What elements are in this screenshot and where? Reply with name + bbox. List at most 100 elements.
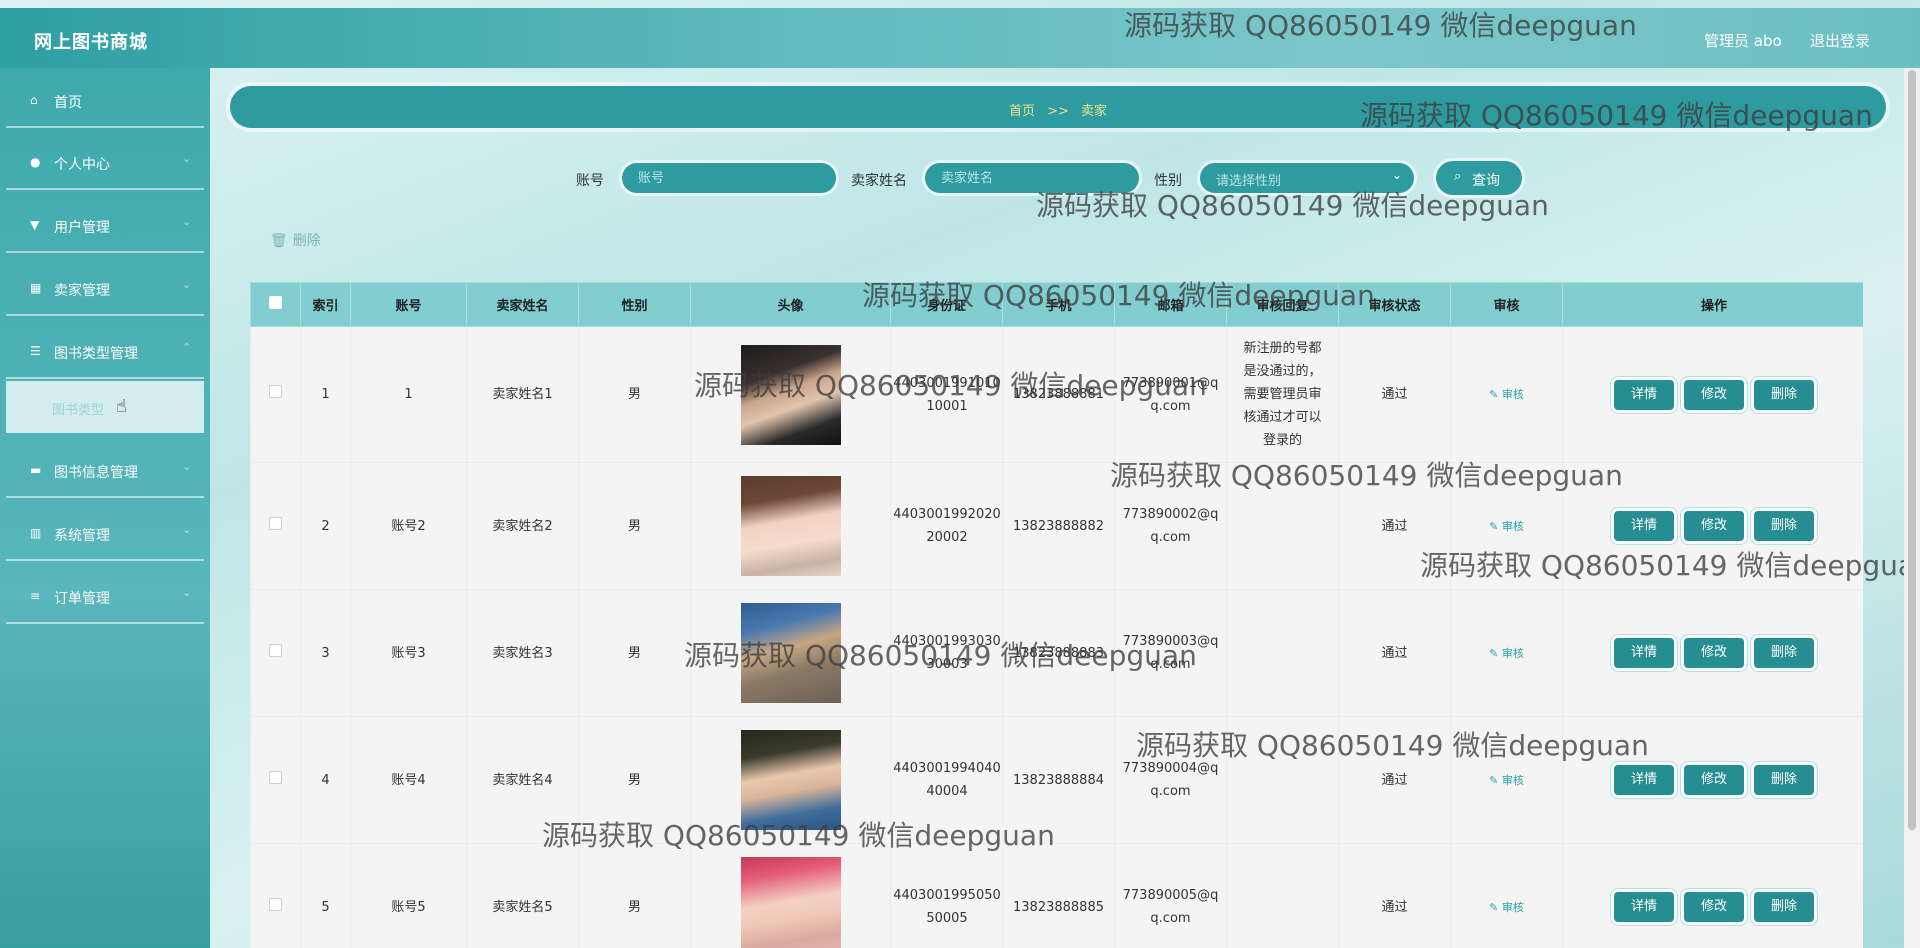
chevron-down-icon: ⌄ (182, 215, 192, 228)
email-text: 773890004@qq.com (1122, 761, 1219, 799)
edit-button[interactable]: 修改 (1684, 765, 1744, 795)
cell-id-card: 440300199404040004 (890, 716, 1003, 844)
cell-review: ✎ 审核 (1450, 326, 1563, 463)
row-select-cell[interactable] (250, 843, 301, 948)
row-checkbox[interactable] (269, 770, 282, 784)
cell-review: ✎ 审核 (1450, 589, 1563, 717)
edit-button[interactable]: 修改 (1684, 511, 1744, 541)
audit-link[interactable]: ✎ 审核 (1489, 388, 1524, 401)
breadcrumb-bar: 首页 >> 卖家 (230, 86, 1886, 128)
sidebar-subitem-book-type[interactable]: 图书类型 (6, 381, 204, 433)
app-brand: 网上图书商城 (34, 32, 148, 53)
cell-id-card: 440300199101010001 (890, 326, 1003, 463)
delete-button[interactable]: 删除 (1754, 765, 1814, 795)
audit-link-label: 审核 (1501, 646, 1524, 660)
query-button[interactable]: ⌕ 查询 (1436, 161, 1522, 195)
row-checkbox[interactable] (269, 643, 282, 657)
chevron-down-icon: ⌄ (182, 278, 192, 291)
table-row: 5 账号5 卖家姓名5 男 440300199505050005 13823888885 7… (250, 843, 1863, 948)
col-header-actions: 操作 (1562, 282, 1863, 327)
email-text: 773890002@qq.com (1122, 507, 1219, 545)
chart-icon: ▥ (30, 526, 42, 540)
col-header-phone: 手机 (1002, 282, 1115, 327)
cell-avatar (690, 843, 891, 948)
row-select-cell[interactable] (250, 589, 301, 717)
seller-name-search-input[interactable] (925, 163, 1139, 193)
edit-button[interactable]: 修改 (1684, 892, 1744, 922)
cell-account: 1 (350, 326, 467, 463)
cell-review: ✎ 审核 (1450, 716, 1563, 844)
row-select-cell[interactable] (250, 326, 301, 463)
cell-gender: 男 (578, 716, 691, 844)
logout-link[interactable]: 退出登录 (1810, 30, 1870, 51)
cell-phone: 13823888885 (1002, 843, 1115, 948)
scrollbar-thumb[interactable] (1908, 70, 1916, 830)
grid-icon: ▦ (30, 281, 42, 295)
row-checkbox[interactable] (269, 385, 282, 398)
account-search-input[interactable] (622, 163, 836, 193)
col-header-account: 账号 (350, 282, 467, 327)
users-icon: ▼ (30, 218, 40, 232)
row-select-cell[interactable] (250, 716, 301, 844)
sidebar-item-user-management[interactable]: ▼ 用户管理 ⌄ (6, 193, 204, 253)
bulk-delete-button[interactable]: 🗑 删除 (270, 230, 321, 250)
edit-button[interactable]: 修改 (1684, 638, 1744, 668)
delete-button[interactable]: 删除 (1754, 638, 1814, 668)
email-text: 773890005@qq.com (1122, 888, 1219, 926)
review-reply-text: 新注册的号都是没通过的，需要管理员审核通过才可以登录的 (1243, 341, 1322, 448)
audit-link-label: 审核 (1501, 773, 1524, 787)
seller-table-container: 索引 账号 卖家姓名 性别 头像 身份证 手机 邮箱 审核回复 审核状态 审核 … (250, 282, 1863, 948)
cell-gender: 男 (578, 843, 691, 948)
col-header-review-status: 审核状态 (1338, 282, 1451, 327)
cell-review-reply (1226, 843, 1339, 948)
audit-link[interactable]: ✎ 审核 (1489, 901, 1524, 914)
sidebar-item-home[interactable]: ⌂ 首页 (6, 68, 204, 128)
delete-button[interactable]: 删除 (1754, 511, 1814, 541)
sidebar-item-book-type-management[interactable]: ☰ 图书类型管理 ⌃ (6, 319, 204, 379)
col-header-gender: 性别 (578, 282, 691, 327)
avatar (740, 603, 841, 703)
row-checkbox[interactable] (269, 897, 282, 911)
select-all-checkbox[interactable] (269, 296, 282, 309)
audit-link[interactable]: ✎ 审核 (1489, 774, 1524, 787)
cell-actions: 详情 修改 删除 (1562, 843, 1863, 948)
avatar (740, 730, 841, 830)
detail-button[interactable]: 详情 (1614, 379, 1674, 410)
select-all-header[interactable] (250, 282, 301, 327)
sidebar-item-book-info-management[interactable]: ▬ 图书信息管理 ⌄ (6, 438, 204, 498)
table-row: 3 账号3 卖家姓名3 男 440300199303030003 13823888883 7… (250, 589, 1863, 717)
delete-button[interactable]: 删除 (1754, 379, 1814, 410)
edit-button[interactable]: 修改 (1684, 379, 1744, 410)
detail-button[interactable]: 详情 (1614, 638, 1674, 668)
detail-button[interactable]: 详情 (1614, 511, 1674, 541)
cell-review-status: 通过 (1338, 716, 1451, 844)
cell-gender: 男 (578, 326, 691, 463)
cell-index: 2 (300, 462, 351, 590)
audit-link[interactable]: ✎ 审核 (1489, 520, 1524, 533)
vertical-scrollbar[interactable] (1904, 68, 1920, 948)
row-checkbox[interactable] (269, 516, 282, 530)
sidebar-item-system-management[interactable]: ▥ 系统管理 ⌄ (6, 501, 204, 561)
breadcrumb-home[interactable]: 首页 (1009, 104, 1035, 119)
col-header-review-reply: 审核回复 (1226, 282, 1339, 327)
cell-email: 773890004@qq.com (1114, 716, 1227, 844)
sidebar-item-seller-management[interactable]: ▦ 卖家管理 ⌄ (6, 256, 204, 316)
row-select-cell[interactable] (250, 462, 301, 590)
edit-pen-icon: ✎ (1489, 646, 1499, 660)
chevron-down-icon: ⌃ (182, 341, 192, 354)
table-row: 4 账号4 卖家姓名4 男 440300199404040004 13823888884 7… (250, 716, 1863, 844)
avatar (740, 344, 841, 445)
detail-button[interactable]: 详情 (1614, 765, 1674, 795)
audit-link[interactable]: ✎ 审核 (1489, 647, 1524, 660)
sidebar-item-label: 订单管理 (54, 591, 110, 607)
cell-account: 账号2 (350, 462, 467, 590)
avatar (740, 476, 841, 576)
sidebar-item-order-management[interactable]: ≡ 订单管理 ⌄ (6, 564, 204, 624)
delete-button[interactable]: 删除 (1754, 892, 1814, 922)
col-header-index: 索引 (300, 282, 351, 327)
detail-button[interactable]: 详情 (1614, 892, 1674, 922)
gender-select[interactable]: 请选择性别 ⌄ (1200, 163, 1414, 193)
breadcrumb-current: 卖家 (1081, 104, 1108, 119)
edit-pen-icon: ✎ (1489, 519, 1499, 533)
cell-phone: 13823888883 (1002, 589, 1115, 717)
